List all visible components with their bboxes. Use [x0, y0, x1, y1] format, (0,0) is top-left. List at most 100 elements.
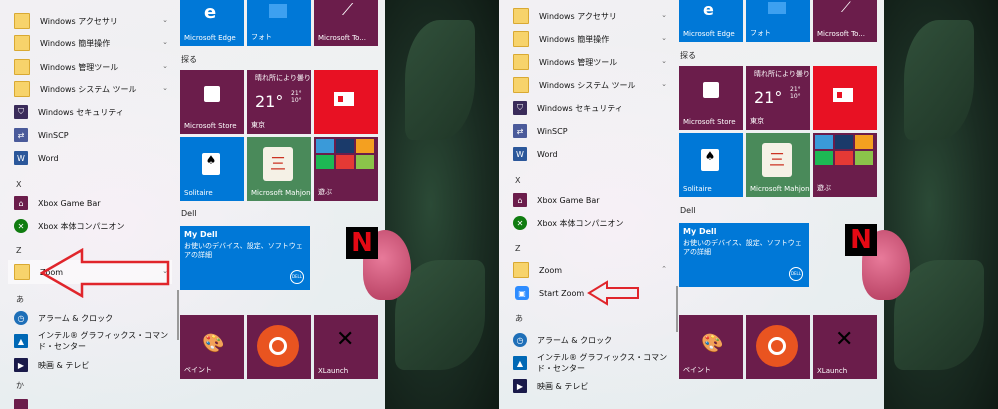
chevron-down-icon[interactable]: ⌄ — [661, 11, 667, 19]
tile-my-dell[interactable]: My Dell お使いのデバイス、設定、ソフトウェアの詳細 DELL — [679, 223, 809, 287]
tile-solitaire[interactable]: ♠ Solitaire — [180, 137, 244, 201]
app-label: アラーム & クロック — [537, 335, 613, 345]
app-windows-admin-tools[interactable]: Windows 管理ツール ⌄ — [513, 52, 671, 72]
app-windows-accessories[interactable]: Windows アクセサリ ⌄ — [14, 11, 172, 31]
tile-photos[interactable]: フォト — [746, 0, 810, 42]
tile-microsoft-store[interactable]: Microsoft Store — [180, 70, 244, 134]
tile-microsoft-todo[interactable]: ⟋ Microsoft To... — [813, 0, 877, 42]
app-windows-system-tools[interactable]: Windows システム ツール ⌄ — [14, 79, 172, 99]
app-xbox-companion[interactable]: ✕ Xbox 本体コンパニオン — [513, 213, 671, 233]
app-winscp[interactable]: ⇄ WinSCP — [513, 121, 671, 141]
tile-my-dell[interactable]: My Dell お使いのデバイス、設定、ソフトウェアの詳細 DELL — [180, 226, 310, 290]
chevron-down-icon[interactable]: ⌄ — [162, 62, 168, 70]
shield-icon: ⛉ — [14, 105, 28, 119]
movies-tv-icon: ▶ — [513, 379, 527, 393]
letter-header-x[interactable]: X — [515, 176, 520, 185]
tile-ubuntu[interactable] — [746, 315, 810, 379]
tile-microsoft-store[interactable]: Microsoft Store — [679, 66, 743, 130]
app-windows-admin-tools[interactable]: Windows 管理ツール ⌄ — [14, 57, 172, 77]
tile-netflix[interactable]: N — [346, 227, 378, 259]
app-alarms-clock[interactable]: ◷ アラーム & クロック — [14, 308, 172, 328]
app-label: Xbox Game Bar — [537, 195, 600, 205]
app-label: Windows システム ツール — [40, 84, 137, 94]
tile-play-folder[interactable]: 遊ぶ — [813, 133, 877, 197]
tile-weather[interactable]: 晴れ所により曇り 21° 21° 10° 東京 — [247, 70, 311, 134]
app-intel-graphics[interactable]: ▲ インテル® グラフィックス・コマンド・センター — [513, 353, 683, 373]
letter-header-z[interactable]: Z — [515, 244, 520, 253]
chevron-down-icon[interactable]: ⌄ — [661, 80, 667, 88]
letter-header-a[interactable]: あ — [16, 294, 24, 305]
app-windows-security[interactable]: ⛉ Windows セキュリティ — [513, 98, 671, 118]
chevron-down-icon[interactable]: ⌄ — [162, 16, 168, 24]
app-movies-tv[interactable]: ▶ 映画 & テレビ — [513, 376, 671, 396]
app-alarms-clock[interactable]: ◷ アラーム & クロック — [513, 330, 671, 350]
scrollbar[interactable] — [177, 290, 179, 340]
tile-news[interactable] — [813, 66, 877, 130]
group-header-explore[interactable]: 探る — [680, 50, 696, 61]
tile-paint[interactable]: 🎨 ペイント — [679, 315, 743, 379]
tile-mahjong[interactable]: 三 Microsoft Mahjong — [247, 137, 311, 201]
ubuntu-icon — [257, 325, 299, 367]
news-icon — [833, 88, 853, 102]
game-icon — [855, 151, 873, 165]
tile-photos[interactable]: フォト — [247, 0, 311, 46]
tile-xlaunch[interactable]: ✕ XLaunch — [314, 315, 378, 379]
chevron-down-icon[interactable]: ⌄ — [661, 57, 667, 65]
app-movies-tv[interactable]: ▶ 映画 & テレビ — [14, 355, 172, 375]
app-label: Windows アクセサリ — [40, 16, 118, 26]
paint-palette-icon: 🎨 — [701, 333, 724, 354]
weather-low: 10° — [291, 97, 302, 104]
tile-news[interactable] — [314, 70, 378, 134]
weather-high: 21° — [790, 86, 801, 93]
app-word[interactable]: W Word — [14, 148, 172, 168]
intel-icon: ▲ — [14, 334, 28, 348]
app-windows-system-tools[interactable]: Windows システム ツール ⌄ — [513, 75, 671, 95]
tile-label: Microsoft Edge — [184, 34, 236, 42]
group-header-dell[interactable]: Dell — [181, 209, 197, 218]
chevron-up-icon[interactable]: ⌃ — [661, 265, 667, 273]
letter-header-ka[interactable]: か — [16, 380, 24, 391]
tile-ubuntu[interactable] — [247, 315, 311, 379]
news-icon — [334, 92, 354, 106]
group-header-explore[interactable]: 探る — [181, 54, 197, 65]
tile-solitaire[interactable]: ♠ Solitaire — [679, 133, 743, 197]
app-windows-accessories[interactable]: Windows アクセサリ ⌄ — [513, 6, 671, 26]
tile-label: 遊ぶ — [817, 184, 831, 192]
app-xbox-companion[interactable]: ✕ Xbox 本体コンパニオン — [14, 216, 172, 236]
app-windows-security[interactable]: ⛉ Windows セキュリティ — [14, 102, 172, 122]
tile-microsoft-edge[interactable]: e Microsoft Edge — [679, 0, 743, 42]
app-label: 映画 & テレビ — [537, 381, 589, 391]
alarm-clock-icon: ◷ — [513, 333, 527, 347]
scrollbar[interactable] — [676, 286, 678, 332]
folder-icon — [14, 35, 30, 51]
app-intel-graphics[interactable]: ▲ インテル® グラフィックス・コマンド・センター — [14, 331, 184, 351]
tile-xlaunch[interactable]: ✕ XLaunch — [813, 315, 877, 379]
app-word[interactable]: W Word — [513, 144, 671, 164]
tile-play-folder[interactable]: 遊ぶ — [314, 137, 378, 201]
app-winscp[interactable]: ⇄ WinSCP — [14, 125, 172, 145]
leaf-shape — [405, 20, 475, 140]
chevron-down-icon[interactable]: ⌄ — [661, 34, 667, 42]
tile-mahjong[interactable]: 三 Microsoft Mahjong — [746, 133, 810, 197]
app-label: Xbox 本体コンパニオン — [537, 218, 624, 228]
chevron-down-icon[interactable]: ⌄ — [162, 84, 168, 92]
group-header-dell[interactable]: Dell — [680, 206, 696, 215]
tile-weather[interactable]: 晴れ所により曇り 21° 21° 10° 東京 — [746, 66, 810, 130]
app-windows-ease-of-access[interactable]: Windows 簡単操作 ⌄ — [14, 33, 172, 53]
letter-header-x[interactable]: X — [16, 180, 21, 189]
app-label: Xbox 本体コンパニオン — [38, 221, 125, 231]
tile-paint[interactable]: 🎨 ペイント — [180, 315, 244, 379]
weather-temp: 21° — [255, 92, 284, 111]
app-xbox-game-bar[interactable]: ⌂ Xbox Game Bar — [14, 193, 172, 213]
tile-microsoft-edge[interactable]: e Microsoft Edge — [180, 0, 244, 46]
letter-header-z[interactable]: Z — [16, 246, 21, 255]
tile-microsoft-todo[interactable]: ⟋ Microsoft To... — [314, 0, 378, 46]
app-zoom-folder[interactable]: Zoom ⌃ — [513, 260, 671, 280]
letter-header-a[interactable]: あ — [515, 313, 523, 324]
app-xbox-game-bar[interactable]: ⌂ Xbox Game Bar — [513, 190, 671, 210]
tile-netflix[interactable]: N — [845, 224, 877, 256]
app-windows-ease-of-access[interactable]: Windows 簡単操作 ⌄ — [513, 29, 671, 49]
chevron-down-icon[interactable]: ⌄ — [162, 38, 168, 46]
xbox-game-bar-icon: ⌂ — [513, 193, 527, 207]
word-icon: W — [14, 151, 28, 165]
